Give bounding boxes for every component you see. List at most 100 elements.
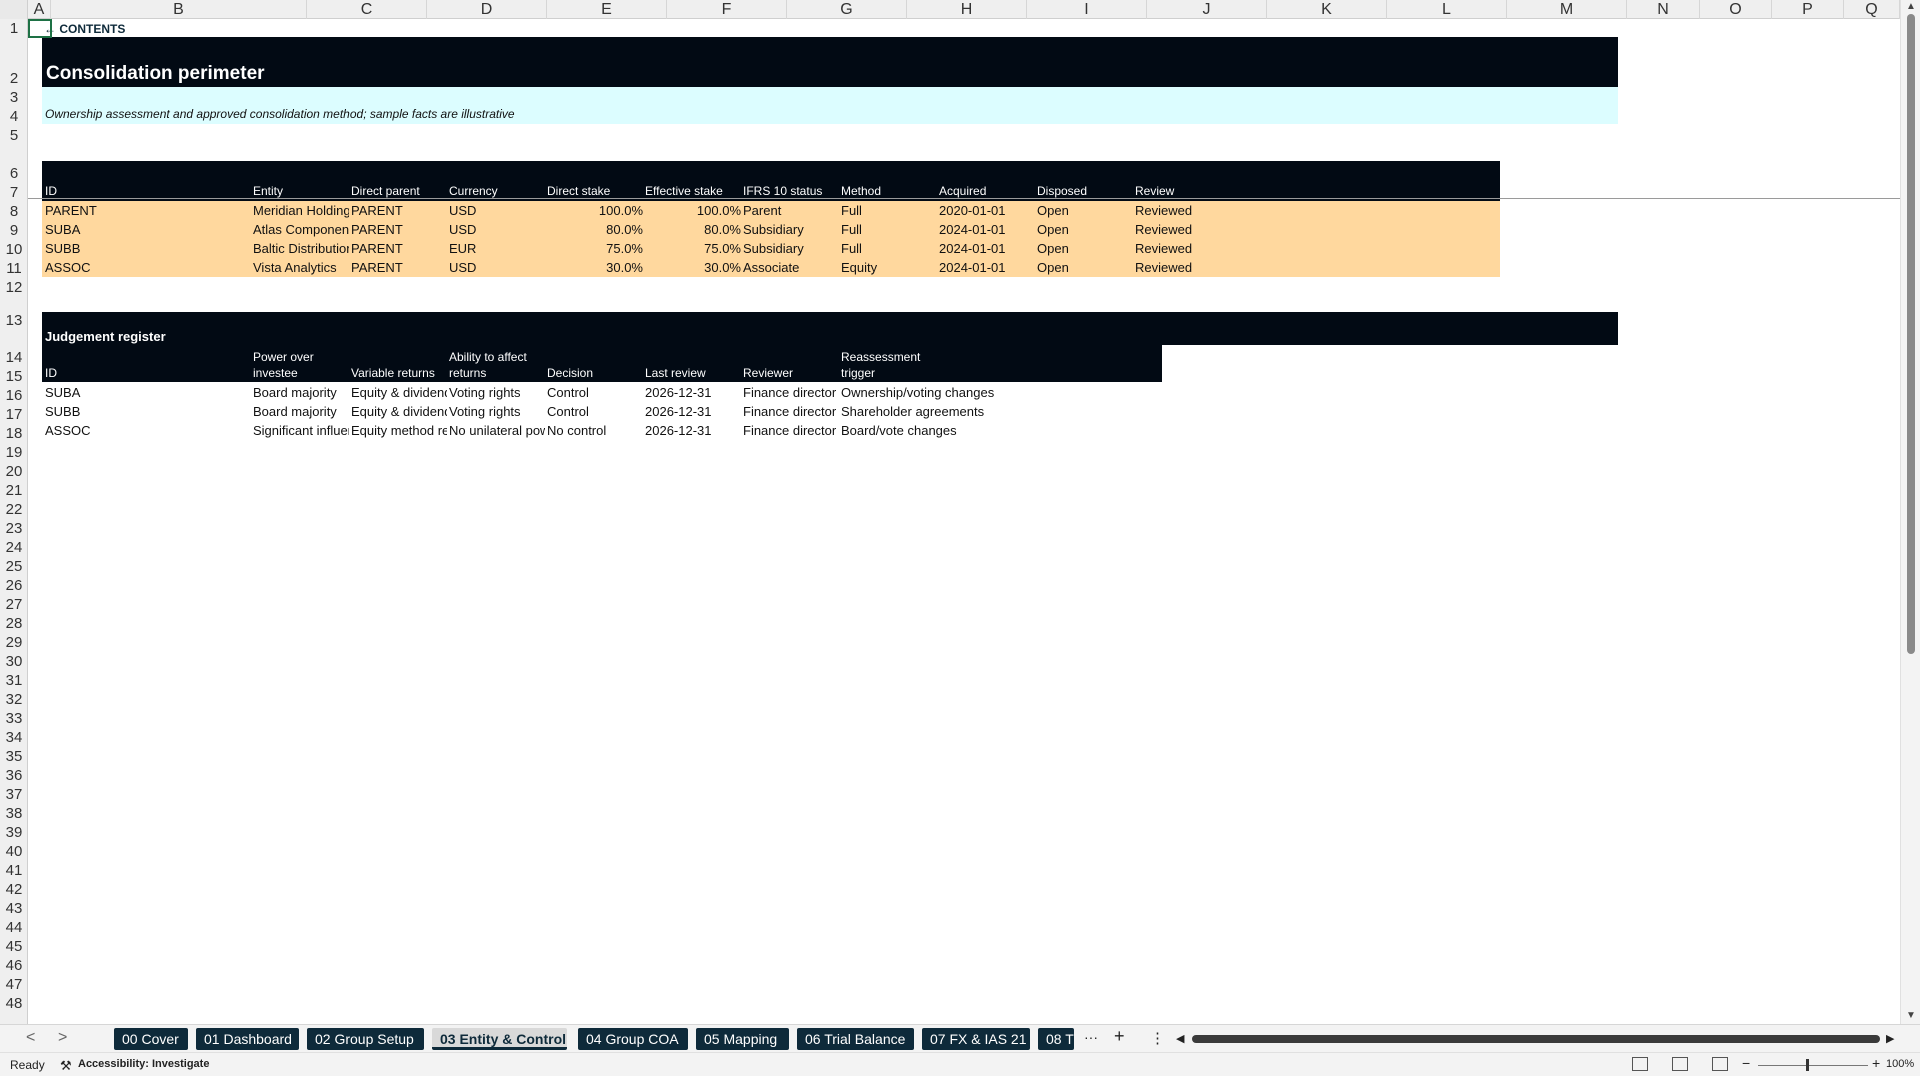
accessibility-icon[interactable]: ⚒	[60, 1058, 72, 1074]
judgement-table-cell[interactable]: ASSOC	[45, 423, 245, 438]
entity-table-cell[interactable]: Open	[1037, 203, 1133, 218]
entity-table-cell[interactable]: 30.0%	[547, 260, 643, 275]
sheet-menu-icon[interactable]: ⋮	[1150, 1029, 1165, 1047]
entity-table-cell[interactable]: Atlas Components	[253, 222, 349, 237]
entity-table-cell[interactable]: Reviewed	[1135, 260, 1231, 275]
entity-table-cell[interactable]: 75.0%	[645, 241, 741, 256]
column-header-p[interactable]: P	[1772, 0, 1844, 19]
page-break-view-icon[interactable]	[1712, 1057, 1728, 1071]
entity-table-cell[interactable]: 75.0%	[547, 241, 643, 256]
sheet-tab[interactable]: 02 Group Setup	[307, 1028, 424, 1050]
judgement-table-cell[interactable]: Ownership/voting changes	[841, 385, 1011, 400]
entity-table-cell[interactable]: Parent	[743, 203, 839, 218]
row-header-15[interactable]: 15	[0, 367, 27, 386]
row-header-1[interactable]: 1	[0, 19, 27, 38]
row-header-4[interactable]: 4	[0, 107, 27, 126]
zoom-slider-knob[interactable]	[1806, 1059, 1809, 1071]
entity-table-header[interactable]: Method	[841, 184, 937, 198]
row-header-33[interactable]: 33	[0, 709, 27, 728]
judgement-table-cell[interactable]: Significant influence	[253, 423, 349, 438]
entity-table-cell[interactable]: Reviewed	[1135, 203, 1231, 218]
entity-table-cell[interactable]: 80.0%	[645, 222, 741, 237]
normal-view-icon[interactable]	[1632, 1057, 1648, 1071]
row-header-23[interactable]: 23	[0, 519, 27, 538]
column-header-g[interactable]: G	[787, 0, 907, 19]
judgement-table-cell[interactable]: Voting rights	[449, 404, 545, 419]
column-header-e[interactable]: E	[547, 0, 667, 19]
entity-table-cell[interactable]: PARENT	[351, 241, 447, 256]
row-header-34[interactable]: 34	[0, 728, 27, 747]
row-header-22[interactable]: 22	[0, 500, 27, 519]
row-header-26[interactable]: 26	[0, 576, 27, 595]
accessibility-status[interactable]: Accessibility: Investigate	[78, 1058, 209, 1070]
column-header-f[interactable]: F	[667, 0, 787, 19]
row-header-39[interactable]: 39	[0, 823, 27, 842]
entity-table-header[interactable]: IFRS 10 status	[743, 184, 839, 198]
judgement-table-cell[interactable]: 2026-12-31	[645, 385, 741, 400]
judgement-header[interactable]: returns	[449, 366, 545, 380]
select-all-corner[interactable]	[0, 0, 28, 19]
sheet-tab[interactable]: 03 Entity & Control	[432, 1028, 567, 1050]
contents-link[interactable]: ← CONTENTS	[44, 22, 125, 36]
entity-table-cell[interactable]: Full	[841, 222, 937, 237]
row-header-12[interactable]: 12	[0, 278, 27, 297]
entity-table-cell[interactable]: Reviewed	[1135, 222, 1231, 237]
judgement-table-cell[interactable]: Finance director	[743, 404, 839, 419]
entity-table-cell[interactable]: Associate	[743, 260, 839, 275]
row-header-45[interactable]: 45	[0, 937, 27, 956]
row-header-40[interactable]: 40	[0, 842, 27, 861]
entity-table-header[interactable]: Currency	[449, 184, 545, 198]
row-header-6[interactable]: 6	[0, 145, 27, 183]
row-header-41[interactable]: 41	[0, 861, 27, 880]
row-header-10[interactable]: 10	[0, 240, 27, 259]
row-header-20[interactable]: 20	[0, 462, 27, 481]
judgement-table-cell[interactable]: 2026-12-31	[645, 423, 741, 438]
entity-table-cell[interactable]: PARENT	[351, 260, 447, 275]
scroll-up-icon[interactable]: ▲	[1906, 1, 1916, 12]
row-header-24[interactable]: 24	[0, 538, 27, 557]
row-header-27[interactable]: 27	[0, 595, 27, 614]
judgement-header[interactable]: investee	[253, 366, 349, 380]
judgement-table-cell[interactable]: Voting rights	[449, 385, 545, 400]
row-header-46[interactable]: 46	[0, 956, 27, 975]
entity-table-cell[interactable]: Full	[841, 241, 937, 256]
column-header-d[interactable]: D	[427, 0, 547, 19]
active-cell-a1[interactable]	[28, 19, 52, 38]
row-header-9[interactable]: 9	[0, 221, 27, 240]
judgement-table-cell[interactable]: No unilateral power	[449, 423, 545, 438]
row-header-13[interactable]: 13	[0, 297, 27, 330]
row-header-44[interactable]: 44	[0, 918, 27, 937]
sheet-tab[interactable]: 05 Mapping	[696, 1028, 789, 1050]
entity-table-header[interactable]: Effective stake	[645, 184, 741, 198]
column-header-c[interactable]: C	[307, 0, 427, 19]
column-header-a[interactable]: A	[28, 0, 51, 19]
entity-table-cell[interactable]: Full	[841, 203, 937, 218]
add-sheet-icon[interactable]: +	[1114, 1026, 1125, 1047]
worksheet-grid[interactable]: Consolidation perimeter Ownership assess…	[28, 19, 1900, 1024]
row-header-7[interactable]: 7	[0, 183, 27, 202]
entity-table-cell[interactable]: 2020-01-01	[939, 203, 1035, 218]
judgement-table-cell[interactable]: Equity & dividends	[351, 404, 447, 419]
row-header-42[interactable]: 42	[0, 880, 27, 899]
next-sheet-icon[interactable]: >	[58, 1029, 67, 1047]
entity-table-cell[interactable]: Reviewed	[1135, 241, 1231, 256]
row-header-18[interactable]: 18	[0, 424, 27, 443]
row-header-38[interactable]: 38	[0, 804, 27, 823]
column-header-k[interactable]: K	[1267, 0, 1387, 19]
entity-table-cell[interactable]: Open	[1037, 260, 1133, 275]
entity-table-header[interactable]: Acquired	[939, 184, 1035, 198]
row-header-25[interactable]: 25	[0, 557, 27, 576]
zoom-level[interactable]: 100%	[1886, 1058, 1914, 1070]
entity-table-cell[interactable]: EUR	[449, 241, 545, 256]
judgement-table-cell[interactable]: Shareholder agreements	[841, 404, 1011, 419]
entity-table-cell[interactable]: Equity	[841, 260, 937, 275]
judgement-table-cell[interactable]: SUBA	[45, 385, 245, 400]
entity-table-cell[interactable]: 2024-01-01	[939, 241, 1035, 256]
judgement-header[interactable]: Variable returns	[351, 366, 447, 380]
row-header-29[interactable]: 29	[0, 633, 27, 652]
judgement-header[interactable]: Reviewer	[743, 366, 839, 380]
judgement-header[interactable]: ID	[45, 366, 245, 380]
entity-table-cell[interactable]: USD	[449, 222, 545, 237]
judgement-table-cell[interactable]: SUBB	[45, 404, 245, 419]
row-header-36[interactable]: 36	[0, 766, 27, 785]
